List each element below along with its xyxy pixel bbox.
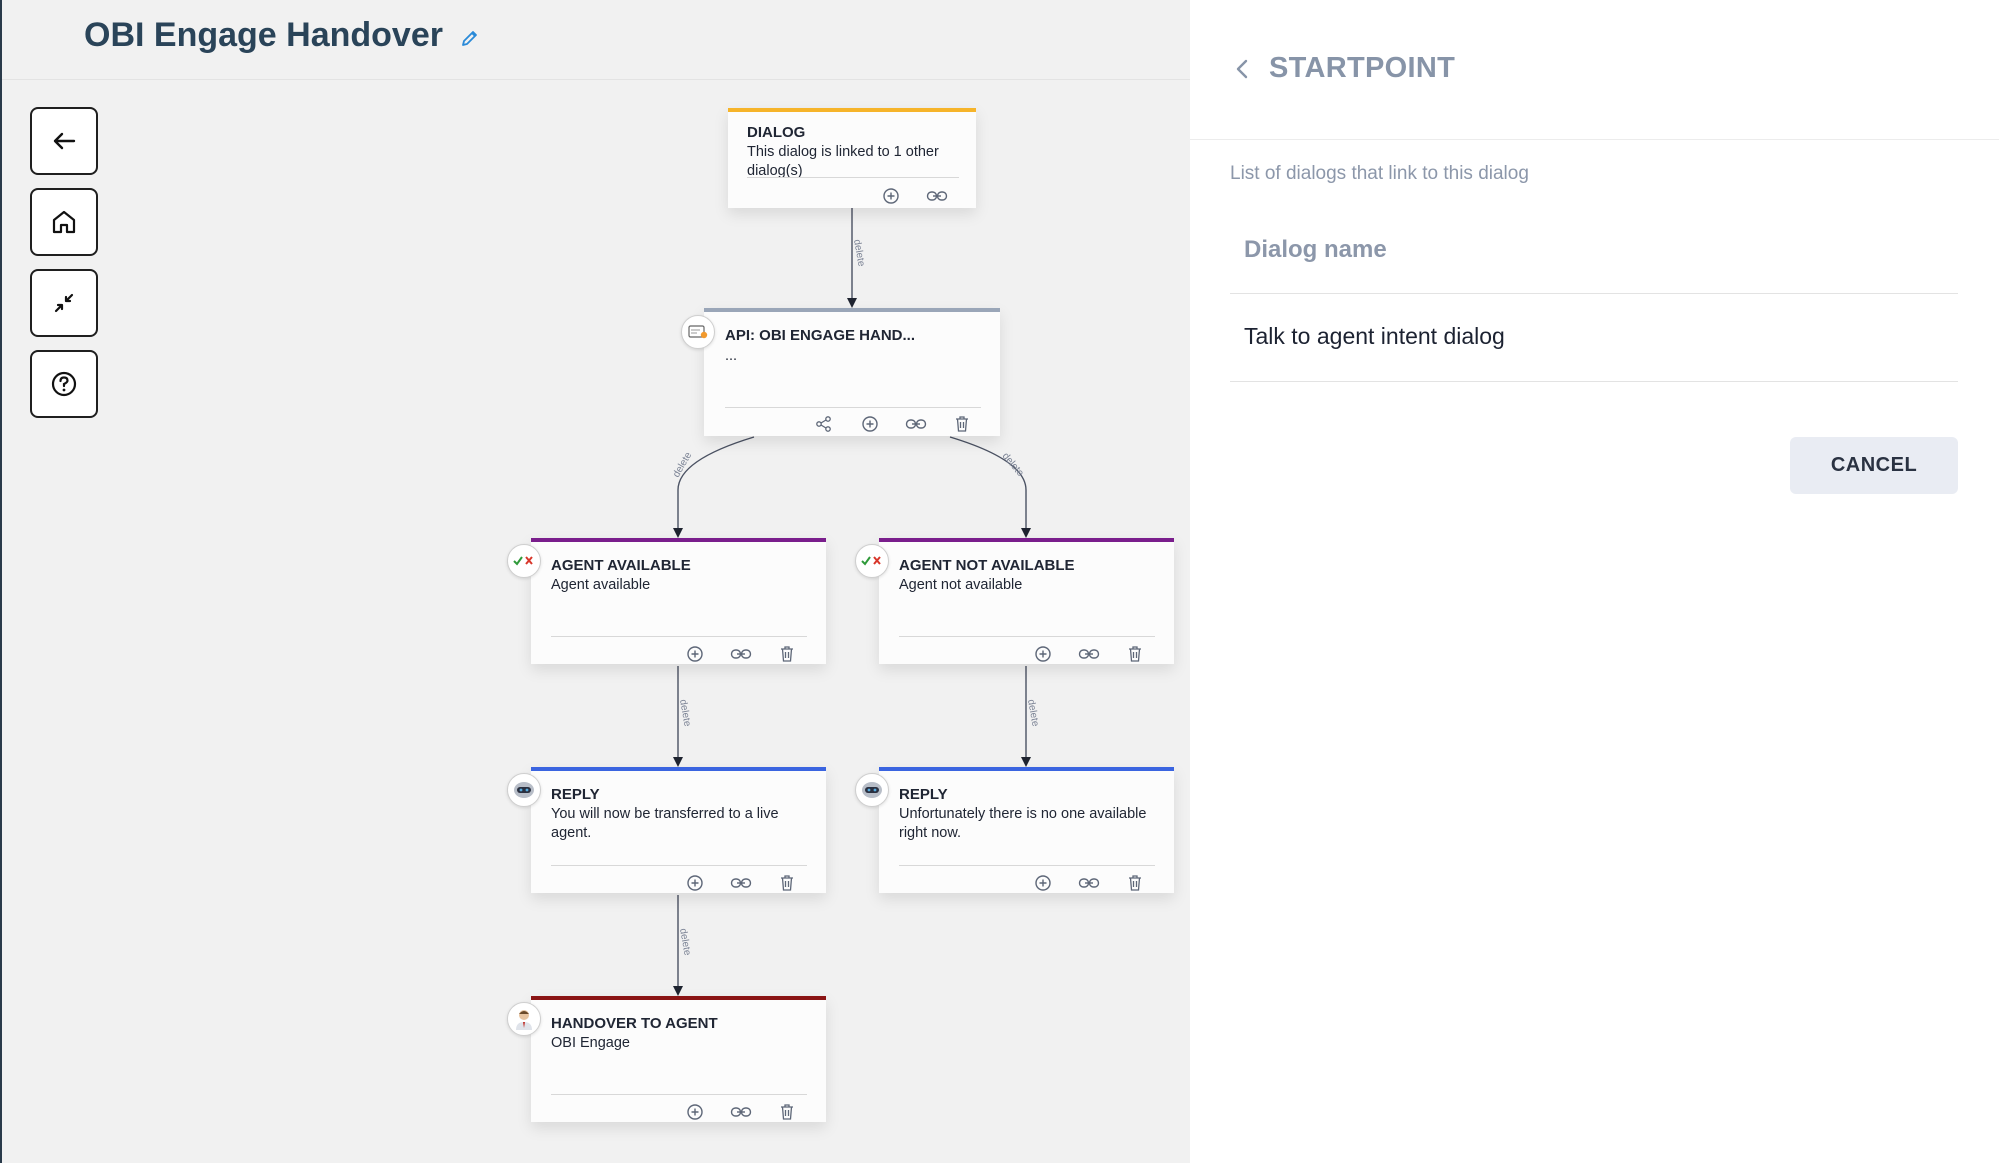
link-label[interactable]: delete [677, 699, 693, 728]
page-title: OBI Engage Handover [84, 16, 443, 54]
add-icon[interactable] [672, 1100, 718, 1124]
trash-icon[interactable] [1112, 642, 1158, 666]
agent-available-node[interactable]: AGENT AVAILABLE Agent available [531, 538, 826, 664]
bot-icon [855, 773, 889, 807]
header-bar: OBI Engage Handover [2, 0, 1190, 80]
link-icon[interactable] [718, 871, 764, 895]
collapse-button[interactable] [30, 269, 98, 337]
reply-node[interactable]: REPLY Unfortunately there is no one avai… [879, 767, 1174, 893]
link-icon[interactable] [718, 1100, 764, 1124]
node-text: Agent available [551, 577, 651, 593]
reply-node[interactable]: REPLY You will now be transferred to a l… [531, 767, 826, 893]
agent-not-available-node[interactable]: AGENT NOT AVAILABLE Agent not available [879, 538, 1174, 664]
link-icon[interactable] [1066, 642, 1112, 666]
node-text: ... [725, 348, 738, 364]
node-text: Unfortunately there is no one available … [899, 806, 1147, 841]
handover-node[interactable]: HANDOVER TO AGENT OBI Engage [531, 996, 826, 1122]
link-api-notavailable [949, 436, 1027, 535]
node-text: This dialog is linked to 1 other dialog(… [747, 144, 939, 179]
node-text: OBI Engage [551, 1035, 630, 1051]
trash-icon[interactable] [1112, 871, 1158, 895]
link-icon[interactable] [718, 642, 764, 666]
add-icon[interactable] [1020, 642, 1066, 666]
node-title: AGENT NOT AVAILABLE [899, 557, 1075, 574]
add-icon[interactable] [672, 642, 718, 666]
home-button[interactable] [30, 188, 98, 256]
link-label[interactable]: delete [851, 239, 867, 268]
node-divider [551, 1094, 807, 1095]
trash-icon[interactable] [764, 642, 810, 666]
node-title: DIALOG [747, 124, 806, 141]
flow-canvas[interactable]: OBI Engage Handover delete delete delete [0, 0, 1190, 1163]
agent-avatar-icon [507, 1002, 541, 1036]
node-title: AGENT AVAILABLE [551, 557, 691, 574]
trash-icon[interactable] [939, 412, 985, 436]
node-title: REPLY [899, 786, 948, 803]
add-icon[interactable] [672, 871, 718, 895]
column-header-dialog-name: Dialog name [1244, 236, 1387, 263]
bot-icon [507, 773, 541, 807]
table-row[interactable]: Talk to agent intent dialog [1230, 295, 1958, 382]
node-divider [899, 865, 1155, 866]
node-divider [747, 177, 959, 178]
pencil-icon[interactable] [456, 24, 484, 52]
dialog-node[interactable]: DIALOG This dialog is linked to 1 other … [728, 108, 976, 208]
condition-icon [855, 544, 889, 578]
arrow-left-icon [53, 132, 76, 150]
dialog-name-cell: Talk to agent intent dialog [1244, 323, 1505, 349]
node-title: REPLY [551, 786, 600, 803]
api-node[interactable]: API: OBI ENGAGE HAND... ... [704, 308, 1000, 436]
node-divider [725, 407, 981, 408]
collapse-icon [54, 293, 74, 313]
panel-description: List of dialogs that link to this dialog [1230, 163, 1529, 184]
cancel-button[interactable]: CANCEL [1790, 437, 1958, 494]
link-label[interactable]: delete [1000, 451, 1026, 479]
table-header: Dialog name [1230, 222, 1958, 294]
node-text: Agent not available [899, 577, 1023, 593]
node-text: You will now be transferred to a live ag… [551, 806, 779, 841]
node-divider [899, 636, 1155, 637]
node-divider [551, 865, 807, 866]
share-icon[interactable] [801, 412, 847, 436]
link-icon[interactable] [914, 184, 960, 208]
condition-icon [507, 544, 541, 578]
add-icon[interactable] [847, 412, 893, 436]
help-circle-icon [51, 371, 77, 397]
home-icon [52, 210, 76, 234]
help-button[interactable] [30, 350, 98, 418]
link-api-available [677, 436, 755, 535]
node-divider [551, 636, 807, 637]
link-icon[interactable] [1066, 871, 1112, 895]
panel-title: STARTPOINT [1269, 52, 1456, 84]
trash-icon[interactable] [764, 871, 810, 895]
api-badge-icon [681, 315, 715, 349]
panel-header: STARTPOINT [1190, 0, 1999, 140]
startpoint-panel: STARTPOINT List of dialogs that link to … [1190, 0, 1999, 1163]
chevron-left-icon[interactable] [1228, 54, 1256, 84]
link-label[interactable]: delete [1025, 699, 1041, 728]
node-title: HANDOVER TO AGENT [551, 1015, 718, 1032]
add-icon[interactable] [868, 184, 914, 208]
node-title: API: OBI ENGAGE HAND... [725, 327, 916, 344]
trash-icon[interactable] [764, 1100, 810, 1124]
link-icon[interactable] [893, 412, 939, 436]
add-icon[interactable] [1020, 871, 1066, 895]
back-button[interactable] [30, 107, 98, 175]
link-label[interactable]: delete [671, 450, 694, 479]
link-label[interactable]: delete [677, 928, 693, 957]
